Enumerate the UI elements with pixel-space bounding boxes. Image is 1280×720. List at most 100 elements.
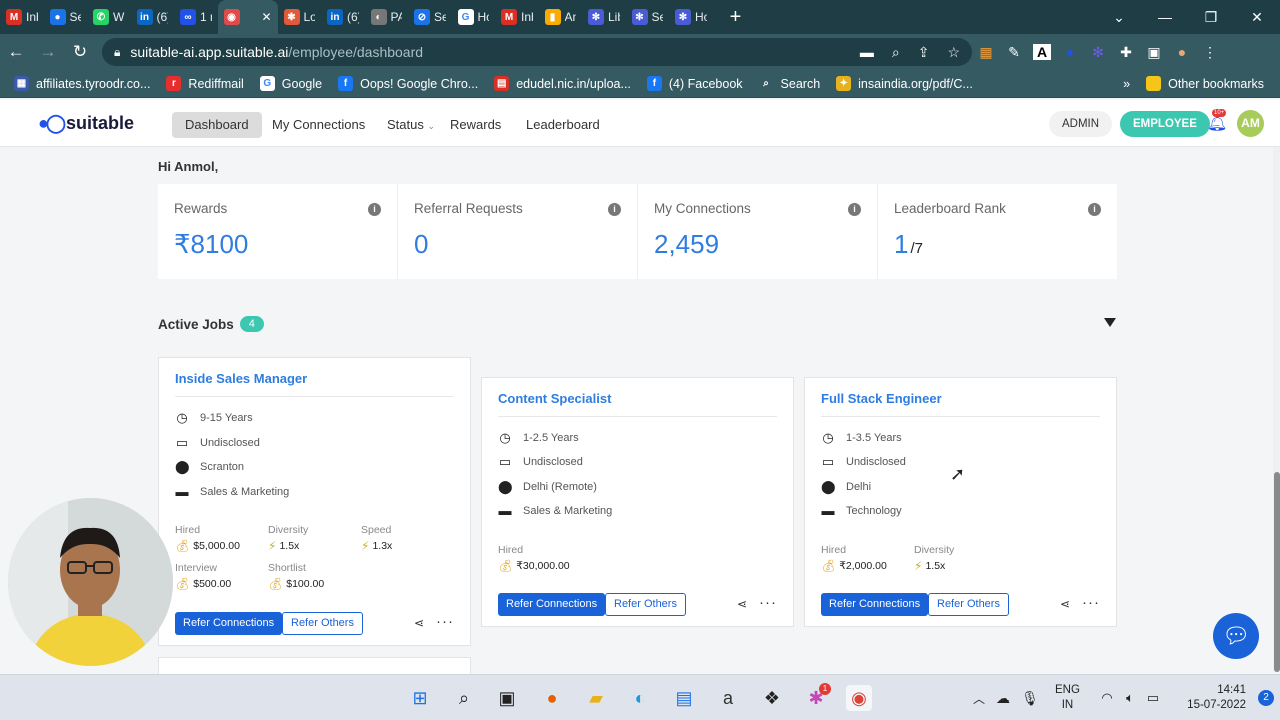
onedrive-icon[interactable]: ☁ (990, 685, 1016, 711)
bookmark-item[interactable]: ▤ edudel.nic.in/uploa... (494, 76, 631, 91)
browser-tab[interactable]: in(6) l (321, 0, 365, 34)
share-icon[interactable]: ⋖ (1060, 597, 1070, 611)
job-title[interactable]: Content Specialist (498, 391, 611, 406)
bookmark-item[interactable]: f (4) Facebook (646, 76, 743, 91)
refer-others-button[interactable]: Refer Others (928, 593, 1009, 616)
more-options-icon[interactable]: ··· (1082, 594, 1100, 611)
language-indicator[interactable]: ENG IN (1055, 683, 1080, 713)
minimize-icon[interactable]: — (1142, 9, 1188, 25)
browser-tab[interactable]: M Inbo (0, 0, 44, 34)
zoom-icon[interactable]: ⌕ (892, 44, 900, 61)
lock-icon[interactable]: 🔒︎ (114, 45, 120, 60)
refer-others-button[interactable]: Refer Others (282, 612, 363, 635)
avatar[interactable]: AM (1237, 110, 1264, 137)
bookmark-item[interactable]: G Google (259, 76, 322, 91)
nav-dashboard[interactable]: Dashboard (172, 112, 262, 138)
new-tab-icon[interactable]: + (721, 6, 751, 29)
suitable-logo[interactable]: ●◯ suitable (38, 113, 134, 134)
share-icon[interactable]: ⋖ (414, 616, 424, 630)
browser-tab[interactable]: ⊘ Sear (408, 0, 452, 34)
more-bookmarks-icon[interactable]: » (1123, 77, 1130, 91)
close-tab-icon[interactable]: ✕ (261, 10, 271, 24)
browser-tab[interactable]: ✱Loo (278, 0, 322, 34)
extensions-puzzle-icon[interactable]: ✚ (1112, 44, 1140, 61)
browser-tab[interactable]: ✻ Hon (669, 0, 713, 34)
bookmark-item[interactable]: f Oops! Google Chro... (338, 76, 478, 91)
firefox-icon[interactable]: ● (539, 685, 565, 711)
clock[interactable]: 14:41 15-07-2022 (1187, 683, 1246, 713)
file-explorer-icon[interactable]: ▰ (583, 685, 609, 711)
extension-pen-icon[interactable]: ✎ (1000, 44, 1028, 61)
browser-menu-icon[interactable]: ⋮ (1196, 44, 1224, 61)
info-icon[interactable]: i (848, 203, 861, 216)
more-options-icon[interactable]: ··· (759, 594, 777, 611)
extension-a-icon[interactable]: A (1033, 44, 1051, 60)
dropbox-icon[interactable]: ❖ (759, 685, 785, 711)
refer-connections-button[interactable]: Refer Connections (498, 593, 606, 616)
nav-my-connections[interactable]: My Connections (259, 112, 378, 138)
job-title[interactable]: Inside Sales Manager (175, 371, 307, 386)
browser-tab[interactable]: ✆ Wha (87, 0, 131, 34)
other-bookmarks[interactable]: Other bookmarks (1146, 76, 1264, 91)
browser-tab[interactable]: in(6) l (131, 0, 175, 34)
amazon-icon[interactable]: a (715, 685, 741, 711)
extension-blue-icon[interactable]: ● (1056, 44, 1084, 60)
nav-leaderboard[interactable]: Leaderboard (513, 112, 613, 138)
browser-tab[interactable]: ∞ 1 ne (174, 0, 218, 34)
filter-icon[interactable] (1104, 318, 1116, 327)
bookmark-item[interactable]: ▦ affiliates.tyroodr.co... (14, 76, 150, 91)
notification-count[interactable]: 2 (1258, 690, 1274, 706)
browser-tab[interactable]: ▮Ana (539, 0, 583, 34)
refer-others-button[interactable]: Refer Others (605, 593, 686, 616)
refer-connections-button[interactable]: Refer Connections (821, 593, 929, 616)
bookmark-star-icon[interactable]: ☆ (947, 44, 960, 61)
forward-icon[interactable]: → (32, 42, 64, 62)
close-window-icon[interactable]: ✕ (1234, 9, 1280, 26)
browser-tab[interactable]: ◉ ✕ (217, 0, 278, 34)
browser-tab[interactable]: ✻Setti (626, 0, 670, 34)
battery-icon[interactable]: ▭ (1140, 685, 1166, 711)
info-icon[interactable]: i (608, 203, 621, 216)
camera-icon[interactable]: ▬ (860, 44, 874, 61)
bookmark-item[interactable]: ⌕ Search (758, 76, 820, 91)
bookmark-item[interactable]: r Rediffmail (166, 76, 244, 91)
address-bar[interactable]: 🔒︎ suitable-ai.app.suitable.ai/employee/… (102, 38, 972, 66)
chrome-icon[interactable]: ◉ (846, 685, 872, 711)
scrollbar-thumb[interactable] (1274, 472, 1280, 672)
browser-tab[interactable]: ●Sele (44, 0, 88, 34)
task-view-icon[interactable]: ▣ (494, 685, 520, 711)
employee-toggle[interactable]: EMPLOYEE (1120, 111, 1210, 137)
browser-tab[interactable]: ✻ Libr (582, 0, 626, 34)
job-card[interactable]: Content Specialist ◷ 1-2.5 Years ▭ Undiscl… (481, 377, 794, 627)
sidepanel-icon[interactable]: ▣ (1140, 44, 1168, 61)
chat-bubble-icon[interactable]: 💬︎ (1213, 613, 1259, 659)
job-card[interactable]: Full Stack Engineer ◷ 1-3.5 Years ▭ Undisc… (804, 377, 1117, 627)
more-options-icon[interactable]: ··· (436, 613, 454, 630)
tray-chevron-icon[interactable]: ︿ (966, 685, 992, 711)
windows-start-icon[interactable]: ⊞ (407, 685, 433, 711)
info-icon[interactable]: i (1088, 203, 1101, 216)
refer-connections-button[interactable]: Refer Connections (175, 612, 283, 635)
tab-search-icon[interactable]: ⌄ (1096, 9, 1142, 26)
browser-tab[interactable]: M Inbo (495, 0, 539, 34)
job-card[interactable]: Inside Sales Manager ◷ 9-15 Years ▭ Undisc… (158, 357, 471, 646)
browser-tab[interactable]: ◐PAC (365, 0, 409, 34)
microphone-icon[interactable]: 🎙︎ (1017, 685, 1043, 711)
extension-grid-icon[interactable]: ▦ (972, 44, 1000, 61)
profile-avatar-icon[interactable]: ● (1168, 44, 1196, 60)
share-icon[interactable]: ⋖ (737, 597, 747, 611)
reload-icon[interactable]: ↻ (64, 42, 96, 62)
extension-gear-icon[interactable]: ✻ (1084, 44, 1112, 61)
search-icon[interactable]: ⌕ (451, 685, 477, 711)
browser-tab[interactable]: GHoll (452, 0, 496, 34)
share-page-icon[interactable]: ⇪ (918, 44, 930, 61)
nav-rewards[interactable]: Rewards (437, 112, 514, 138)
store-icon[interactable]: ▤ (671, 685, 697, 711)
admin-toggle[interactable]: ADMIN (1049, 111, 1113, 137)
bookmark-item[interactable]: ✦ insaindia.org/pdf/C... (836, 76, 973, 91)
job-title[interactable]: Full Stack Engineer (821, 391, 942, 406)
info-icon[interactable]: i (368, 203, 381, 216)
restore-icon[interactable]: ❐ (1188, 9, 1234, 26)
edge-icon[interactable]: ◐ (627, 685, 653, 711)
back-icon[interactable]: ← (0, 42, 32, 62)
